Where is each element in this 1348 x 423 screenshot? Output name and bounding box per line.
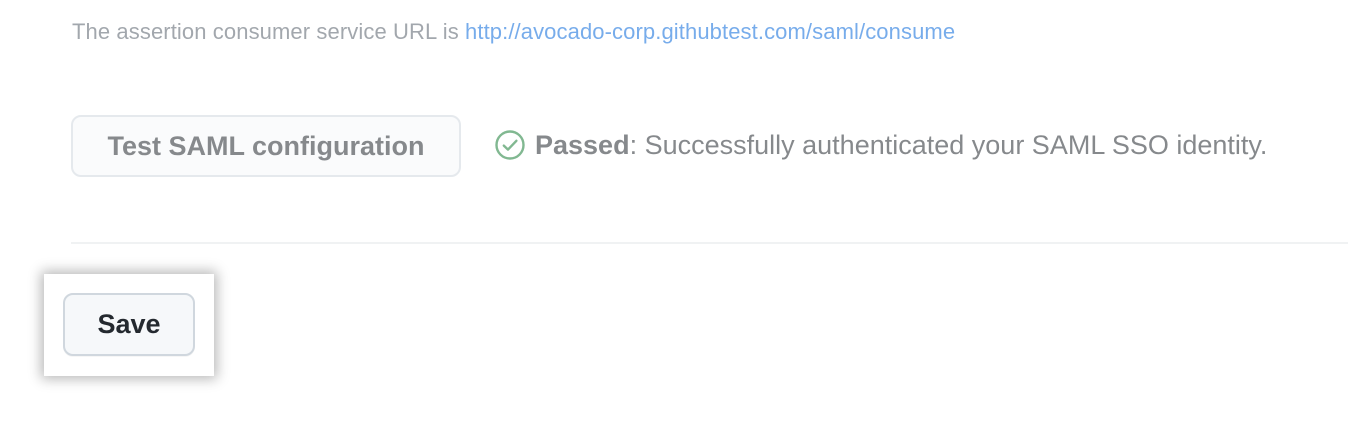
status-separator: :: [629, 129, 638, 160]
test-saml-configuration-button[interactable]: Test SAML configuration: [71, 115, 461, 177]
status-label: Passed: [535, 129, 630, 160]
acs-url-prefix: The assertion consumer service URL is: [72, 19, 466, 44]
test-status: Passed: Successfully authenticated your …: [494, 129, 1267, 161]
save-spotlight: Save: [44, 274, 214, 376]
acs-url-text: The assertion consumer service URL is ht…: [72, 19, 955, 45]
form-divider: [71, 242, 1348, 244]
check-circle-icon: [494, 129, 526, 161]
saml-settings-page: The assertion consumer service URL is ht…: [0, 0, 1348, 423]
save-button[interactable]: Save: [63, 293, 195, 356]
status-message: Successfully authenticated your SAML SSO…: [637, 129, 1268, 160]
acs-url-link[interactable]: http://avocado-corp.githubtest.com/saml/…: [465, 19, 955, 44]
